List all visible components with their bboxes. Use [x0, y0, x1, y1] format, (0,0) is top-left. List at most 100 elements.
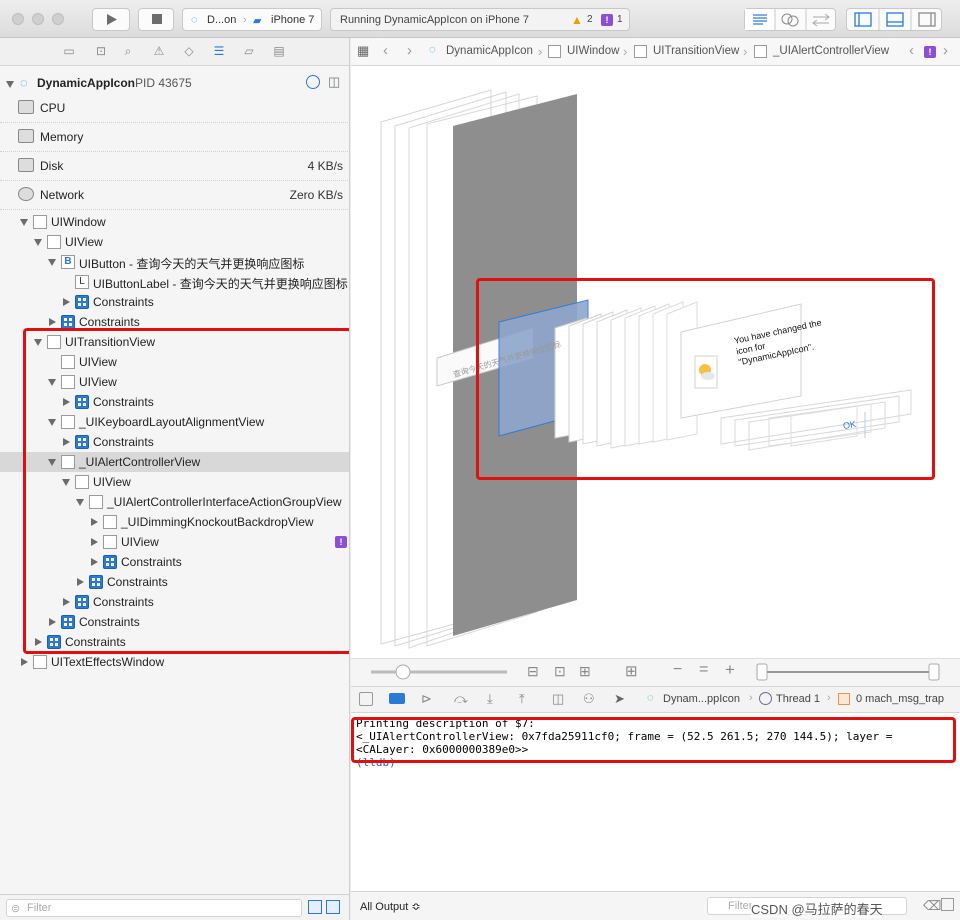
warning-icon[interactable]: ▲: [571, 13, 583, 27]
clipping-icon[interactable]: ⊟: [527, 663, 539, 680]
tree-row[interactable]: L UIButtonLabel - 查询今天的天气并更换响应图标: [0, 272, 349, 292]
runtime-issue-icon[interactable]: !: [601, 14, 613, 26]
trash-icon[interactable]: ⌫: [923, 898, 941, 914]
disclosure-open-icon[interactable]: [48, 259, 56, 266]
debug-icon[interactable]: ☰: [212, 44, 226, 58]
tree-row[interactable]: UITextEffectsWindow: [0, 652, 349, 672]
navigator-tabs: ▭ ⊡ ⌕ ⚠ ◇ ☰ ▱ ▤: [0, 38, 349, 66]
view-hierarchy-icon[interactable]: ◫: [328, 74, 340, 90]
tree-row-label: UIButtonLabel - 查询今天的天气并更换响应图标: [93, 277, 348, 291]
disclosure-open-icon[interactable]: [34, 239, 42, 246]
debug-process[interactable]: Dynam...ppIcon: [663, 693, 740, 705]
location-icon[interactable]: ➤: [614, 691, 625, 707]
console-bottom-bar: All Output ≎ Filter CSDN @马拉萨的春天 ⌫: [351, 891, 960, 920]
breakpoints-toggle-icon[interactable]: [389, 693, 405, 704]
minimize-window-button[interactable]: [32, 13, 44, 25]
activity-status-text: Running DynamicAppIcon on iPhone 7: [340, 14, 529, 26]
editor-mode-segment[interactable]: [744, 8, 836, 31]
tree-row-label: UIButton - 查询今天的天气并更换响应图标: [79, 257, 305, 271]
scheme-selector[interactable]: ◌ D...on › ▰ iPhone 7: [182, 8, 322, 31]
zoom-out-icon[interactable]: −: [673, 661, 682, 679]
disclosure-open-icon[interactable]: [6, 81, 14, 88]
constraints-toggle-icon[interactable]: ⊞: [579, 663, 591, 680]
breadcrumb-item[interactable]: UITransitionView: [653, 45, 739, 57]
orient-icon[interactable]: ⊞: [625, 662, 638, 680]
report-icon[interactable]: ▤: [272, 44, 286, 58]
disclosure-closed-icon[interactable]: [21, 658, 28, 666]
forward-arrow-icon[interactable]: ›: [407, 42, 412, 59]
gauge-disk[interactable]: Disk 4 KB/s: [0, 152, 349, 181]
highlight-box: [476, 278, 935, 480]
highlight-box: [351, 717, 956, 763]
zoom-actual-icon[interactable]: =: [699, 661, 708, 679]
filter-input[interactable]: ⊜ Filter: [6, 899, 302, 917]
process-row[interactable]: ◌ DynamicAppIcon PID 43675 ◫: [0, 74, 349, 92]
chevron-right-icon: ›: [743, 44, 748, 59]
breakpoint-icon[interactable]: ▱: [242, 44, 256, 58]
toolbar: ◌ D...on › ▰ iPhone 7 Running DynamicApp…: [0, 0, 960, 38]
app-target-icon: ◌: [191, 14, 198, 26]
gauge-network[interactable]: Network Zero KB/s: [0, 181, 349, 210]
gauge-memory[interactable]: Memory: [0, 123, 349, 152]
test-icon[interactable]: ◇: [182, 44, 196, 58]
search-icon[interactable]: ⌕: [121, 44, 135, 58]
gauge-label: Disk: [40, 159, 64, 173]
step-out-icon[interactable]: ⤒: [519, 691, 525, 707]
view-icon: [33, 655, 47, 669]
split-console-icon[interactable]: [941, 898, 954, 911]
gauge-cpu[interactable]: CPU: [0, 94, 349, 123]
view-debug-icon[interactable]: ◫: [552, 691, 564, 707]
issue-icon[interactable]: ⚠: [152, 44, 166, 58]
show-views-toggle[interactable]: [326, 900, 340, 914]
gauge-value: 4 KB/s: [307, 159, 343, 173]
debug-bar: ⊳ ⤼ ⤓ ⤒ ◫ ⚇ ➤ ◌ Dynam...ppIcon › Thread …: [351, 686, 960, 713]
continue-icon[interactable]: ⊳: [421, 691, 432, 707]
gauge-icon[interactable]: [306, 75, 320, 89]
breadcrumb-item[interactable]: DynamicAppIcon: [446, 45, 533, 57]
process-pid: PID 43675: [135, 76, 192, 90]
close-window-button[interactable]: [12, 13, 24, 25]
tree-row[interactable]: UIView: [0, 232, 349, 252]
breadcrumb-item[interactable]: _UIAlertControllerView: [773, 45, 889, 57]
disclosure-closed-icon[interactable]: [49, 318, 56, 326]
debug-console[interactable]: Printing description of $7: <_UIAlertCon…: [351, 713, 960, 891]
panel-toggle-segment[interactable]: [846, 8, 942, 31]
symbol-icon[interactable]: ⊡: [94, 44, 108, 58]
run-button[interactable]: [92, 8, 130, 31]
editor-mode-icons: [745, 9, 830, 30]
thread-icon: [759, 692, 772, 705]
tree-row[interactable]: UIWindow: [0, 212, 349, 232]
zoom-window-button[interactable]: [52, 13, 64, 25]
disclosure-open-icon[interactable]: [20, 219, 28, 226]
tree-row-label: Constraints: [79, 315, 140, 329]
debug-thread[interactable]: Thread 1: [776, 693, 820, 705]
back-arrow-icon[interactable]: ‹: [383, 42, 388, 59]
stop-button[interactable]: [138, 8, 174, 31]
memory-graph-icon[interactable]: ⚇: [583, 691, 595, 707]
range-slider[interactable]: [751, 659, 951, 687]
tree-row[interactable]: Constraints: [0, 292, 349, 312]
hide-debug-area-icon[interactable]: [359, 692, 373, 706]
tree-row[interactable]: B UIButton - 查询今天的天气并更换响应图标: [0, 252, 349, 272]
show-constraints-toggle[interactable]: [308, 900, 322, 914]
watermark: CSDN @马拉萨的春天: [751, 899, 883, 918]
show-frames-icon[interactable]: ⊡: [554, 663, 566, 680]
gauge-value: Zero KB/s: [289, 188, 343, 202]
disclosure-closed-icon[interactable]: [63, 298, 70, 306]
iphone-icon: ▰: [253, 15, 262, 27]
runtime-issue-icon[interactable]: !: [924, 46, 936, 58]
folder-icon[interactable]: ▭: [62, 44, 76, 58]
output-selector[interactable]: All Output ≎: [360, 900, 421, 913]
breadcrumb-item[interactable]: UIWindow: [567, 45, 619, 57]
stop-icon: [152, 14, 162, 24]
view-icon: [47, 235, 61, 249]
grid-icon[interactable]: ▦: [357, 43, 369, 59]
previous-issue-icon[interactable]: ‹: [909, 42, 914, 59]
view-hierarchy-canvas[interactable]: 查询今天的天气并更换响应图标 You have changed the icon…: [351, 66, 960, 658]
step-over-icon[interactable]: ⤼: [454, 691, 468, 707]
next-issue-icon[interactable]: ›: [943, 42, 948, 59]
debug-frame[interactable]: 0 mach_msg_trap: [856, 693, 944, 705]
step-into-icon[interactable]: ⤓: [487, 691, 493, 707]
zoom-in-icon[interactable]: +: [725, 660, 735, 680]
frame-icon: [838, 693, 850, 705]
